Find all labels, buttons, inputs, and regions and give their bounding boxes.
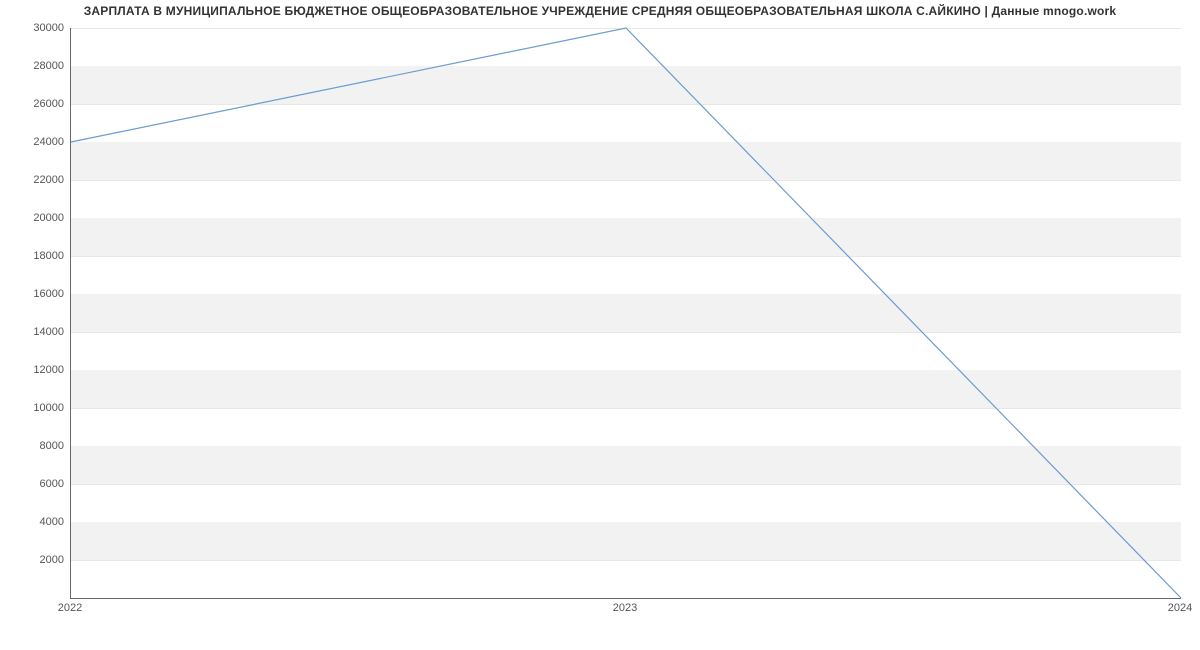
- y-tick-label: 12000: [4, 364, 64, 376]
- y-tick-label: 18000: [4, 250, 64, 262]
- x-tick-label: 2024: [1168, 602, 1192, 614]
- y-tick-label: 10000: [4, 402, 64, 414]
- y-tick-label: 16000: [4, 288, 64, 300]
- chart-container: ЗАРПЛАТА В МУНИЦИПАЛЬНОЕ БЮДЖЕТНОЕ ОБЩЕО…: [0, 0, 1200, 650]
- y-tick-label: 30000: [4, 22, 64, 34]
- y-tick-label: 14000: [4, 326, 64, 338]
- y-tick-label: 8000: [4, 440, 64, 452]
- y-tick-label: 26000: [4, 98, 64, 110]
- y-tick-label: 4000: [4, 516, 64, 528]
- y-tick-label: 20000: [4, 212, 64, 224]
- y-tick-label: 2000: [4, 554, 64, 566]
- y-tick-label: 28000: [4, 60, 64, 72]
- y-tick-label: 24000: [4, 136, 64, 148]
- chart-title: ЗАРПЛАТА В МУНИЦИПАЛЬНОЕ БЮДЖЕТНОЕ ОБЩЕО…: [0, 4, 1200, 18]
- y-tick-label: 22000: [4, 174, 64, 186]
- x-tick-label: 2022: [58, 602, 82, 614]
- line-layer: [71, 28, 1181, 598]
- x-tick-label: 2023: [613, 602, 637, 614]
- series-line: [71, 28, 1181, 598]
- plot-area: [70, 28, 1181, 599]
- y-tick-label: 6000: [4, 478, 64, 490]
